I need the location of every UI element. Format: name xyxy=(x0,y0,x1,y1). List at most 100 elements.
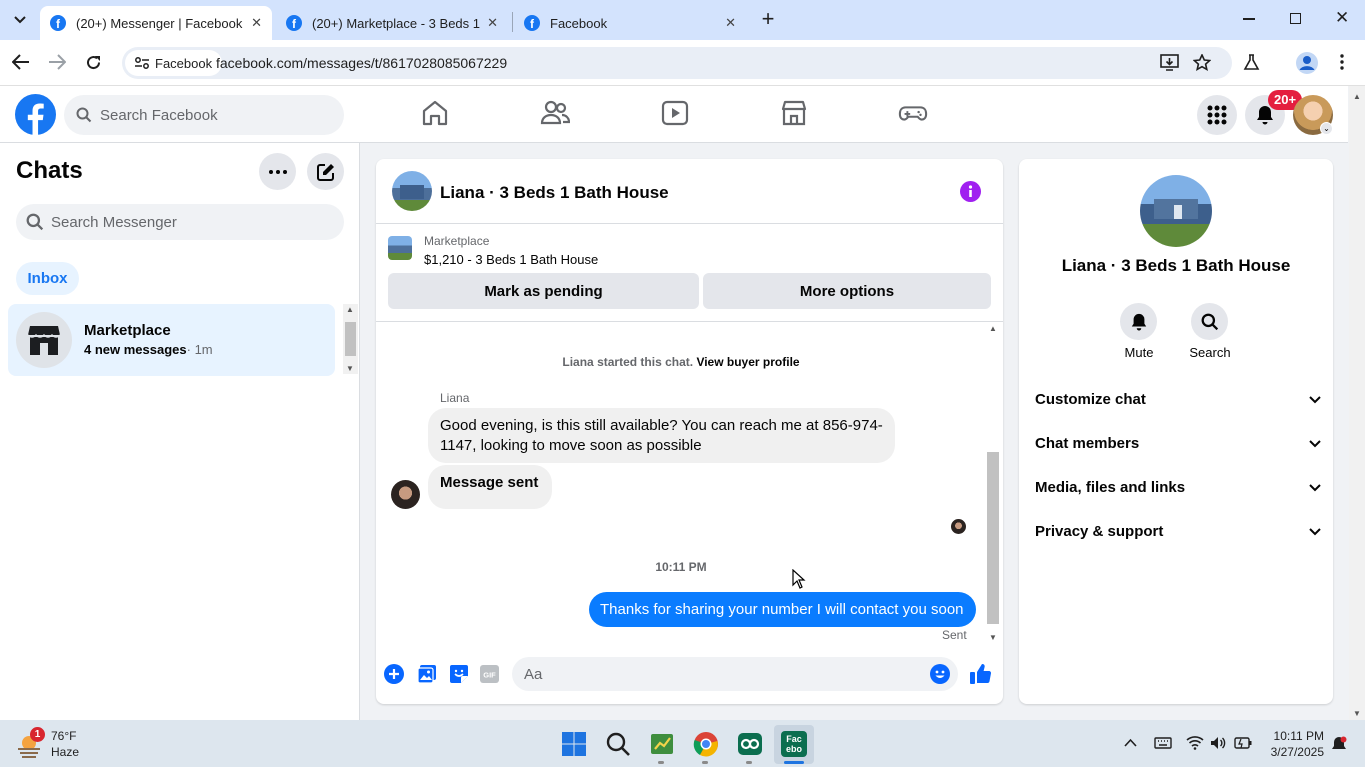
tab-close-icon[interactable]: ✕ xyxy=(487,15,498,31)
message-status: Sent xyxy=(942,628,967,642)
reload-icon[interactable] xyxy=(85,54,102,71)
wifi-icon[interactable] xyxy=(1186,735,1204,750)
marketplace-chat-avatar xyxy=(16,312,72,368)
install-app-icon[interactable] xyxy=(1160,54,1179,71)
facebook-logo-icon[interactable] xyxy=(15,94,56,135)
back-arrow-icon[interactable] xyxy=(12,54,30,70)
facebook-search-input[interactable]: Search Facebook xyxy=(64,95,344,135)
listing-source: Marketplace xyxy=(424,234,490,248)
clock-time[interactable]: 10:11 PM xyxy=(1264,729,1324,743)
privacy-support-section[interactable]: Privacy & support xyxy=(1035,523,1321,540)
header-divider xyxy=(376,223,1003,224)
marketplace-icon[interactable] xyxy=(779,98,809,128)
inbox-filter-tab[interactable]: Inbox xyxy=(16,262,79,295)
restore-icon[interactable] xyxy=(1290,13,1301,24)
photo-gallery-icon[interactable] xyxy=(417,664,437,684)
storefront-icon xyxy=(27,326,61,355)
conversation-avatar[interactable] xyxy=(392,171,432,211)
bookmark-star-icon[interactable] xyxy=(1193,54,1211,71)
browser-menu-icon[interactable] xyxy=(1340,54,1344,70)
tab-marketplace[interactable]: f (20+) Marketplace - 3 Beds 1 Ba ✕ xyxy=(276,6,508,40)
chevron-down-icon xyxy=(1309,439,1321,447)
browser-tab-strip: f (20+) Messenger | Facebook ✕ f (20+) M… xyxy=(0,0,1365,40)
window-close-icon[interactable]: ✕ xyxy=(1335,8,1349,28)
labs-flask-icon[interactable] xyxy=(1243,54,1260,71)
conversation-title[interactable]: Liana · 3 Beds 1 Bath House xyxy=(440,183,669,203)
running-indicator xyxy=(658,761,664,764)
composer-placeholder: Aa xyxy=(524,666,543,683)
chats-title: Chats xyxy=(16,157,83,184)
chats-options-button[interactable] xyxy=(259,153,296,190)
outgoing-message[interactable]: Thanks for sharing your number I will co… xyxy=(589,592,976,627)
new-tab-icon[interactable]: + xyxy=(757,8,779,32)
tab-search-button[interactable] xyxy=(8,8,32,32)
listing-thumbnail[interactable] xyxy=(388,236,412,260)
message-timestamp: 10:11 PM xyxy=(655,560,707,574)
taskbar-search-icon[interactable] xyxy=(603,729,633,759)
chevron-down-icon xyxy=(14,16,26,24)
windows-start-icon[interactable] xyxy=(559,729,589,759)
view-buyer-profile-link[interactable]: View buyer profile xyxy=(696,355,799,369)
chat-list-item[interactable]: Marketplace 4 new messages· 1m xyxy=(8,304,335,376)
mute-button[interactable]: Mute xyxy=(1118,303,1160,360)
page-scrollbar[interactable]: ▲ ▼ xyxy=(1349,86,1365,720)
weather-description[interactable]: Haze xyxy=(51,745,79,759)
emoji-icon[interactable] xyxy=(930,664,950,684)
running-indicator xyxy=(746,761,752,764)
chevron-up-icon[interactable] xyxy=(1124,738,1137,747)
tab-close-icon[interactable]: ✕ xyxy=(725,15,736,31)
facebook-app-icon[interactable]: Facebo xyxy=(779,729,809,759)
media-files-links-section[interactable]: Media, files and links xyxy=(1035,479,1321,496)
conversation-scrollbar[interactable]: ▲ ▼ xyxy=(986,324,1000,642)
new-message-button[interactable] xyxy=(307,153,344,190)
volume-icon[interactable] xyxy=(1210,736,1226,750)
media-app-icon[interactable] xyxy=(735,729,765,759)
gaming-icon[interactable] xyxy=(898,98,928,128)
message-composer-input[interactable]: Aa xyxy=(512,657,958,691)
search-in-chat-button[interactable]: Search xyxy=(1186,303,1234,360)
sticker-icon[interactable] xyxy=(449,664,469,684)
section-label: Customize chat xyxy=(1035,391,1146,408)
url-text[interactable]: facebook.com/messages/t/8617028085067229 xyxy=(216,55,507,71)
sender-avatar[interactable] xyxy=(391,480,420,509)
more-options-button[interactable]: More options xyxy=(703,273,991,309)
minimize-icon[interactable] xyxy=(1243,18,1255,20)
listing-summary[interactable]: $1,210 - 3 Beds 1 Bath House xyxy=(424,252,598,267)
menu-grid-button[interactable] xyxy=(1197,95,1237,135)
account-chevron-icon[interactable]: ⌄ xyxy=(1320,122,1333,135)
customize-chat-section[interactable]: Customize chat xyxy=(1035,391,1321,408)
weather-temperature[interactable]: 76°F xyxy=(51,729,76,743)
battery-icon[interactable] xyxy=(1234,737,1252,749)
details-avatar[interactable] xyxy=(1140,175,1212,247)
mark-as-pending-button[interactable]: Mark as pending xyxy=(388,273,699,309)
chrome-browser-icon[interactable] xyxy=(691,729,721,759)
video-icon[interactable] xyxy=(660,98,690,128)
notification-center-icon[interactable] xyxy=(1331,736,1347,752)
messenger-search-input[interactable]: Search Messenger xyxy=(16,204,344,240)
chat-preview: 4 new messages xyxy=(84,342,187,357)
friends-icon[interactable] xyxy=(540,98,570,128)
tab-messenger[interactable]: f (20+) Messenger | Facebook ✕ xyxy=(40,6,272,40)
site-info-chip[interactable]: Facebook xyxy=(125,50,223,76)
profile-icon[interactable] xyxy=(1296,52,1318,74)
tab-title: Facebook xyxy=(550,15,608,31)
clock-date[interactable]: 3/27/2025 xyxy=(1254,745,1324,759)
section-label: Privacy & support xyxy=(1035,523,1164,540)
compose-icon xyxy=(316,163,334,181)
keyboard-icon[interactable] xyxy=(1154,737,1172,749)
chat-members-section[interactable]: Chat members xyxy=(1035,435,1321,452)
tab-facebook[interactable]: f Facebook ✕ xyxy=(514,6,746,40)
incoming-message[interactable]: Message sent xyxy=(428,465,553,509)
add-plus-icon[interactable] xyxy=(384,664,404,684)
tab-close-icon[interactable]: ✕ xyxy=(251,15,262,31)
tune-icon xyxy=(135,57,149,69)
spreadsheet-app-icon[interactable] xyxy=(647,729,677,759)
incoming-message[interactable]: Good evening, is this still available? Y… xyxy=(428,408,895,463)
thumbs-up-like-icon[interactable] xyxy=(969,663,991,685)
chevron-down-icon xyxy=(1309,395,1321,403)
forward-arrow-icon[interactable] xyxy=(48,54,66,70)
gif-icon[interactable]: GIF xyxy=(480,665,499,683)
conversation-info-icon[interactable] xyxy=(960,181,981,202)
home-icon[interactable] xyxy=(420,98,450,128)
chat-list-scrollbar[interactable]: ▲ ▼ xyxy=(343,304,358,374)
